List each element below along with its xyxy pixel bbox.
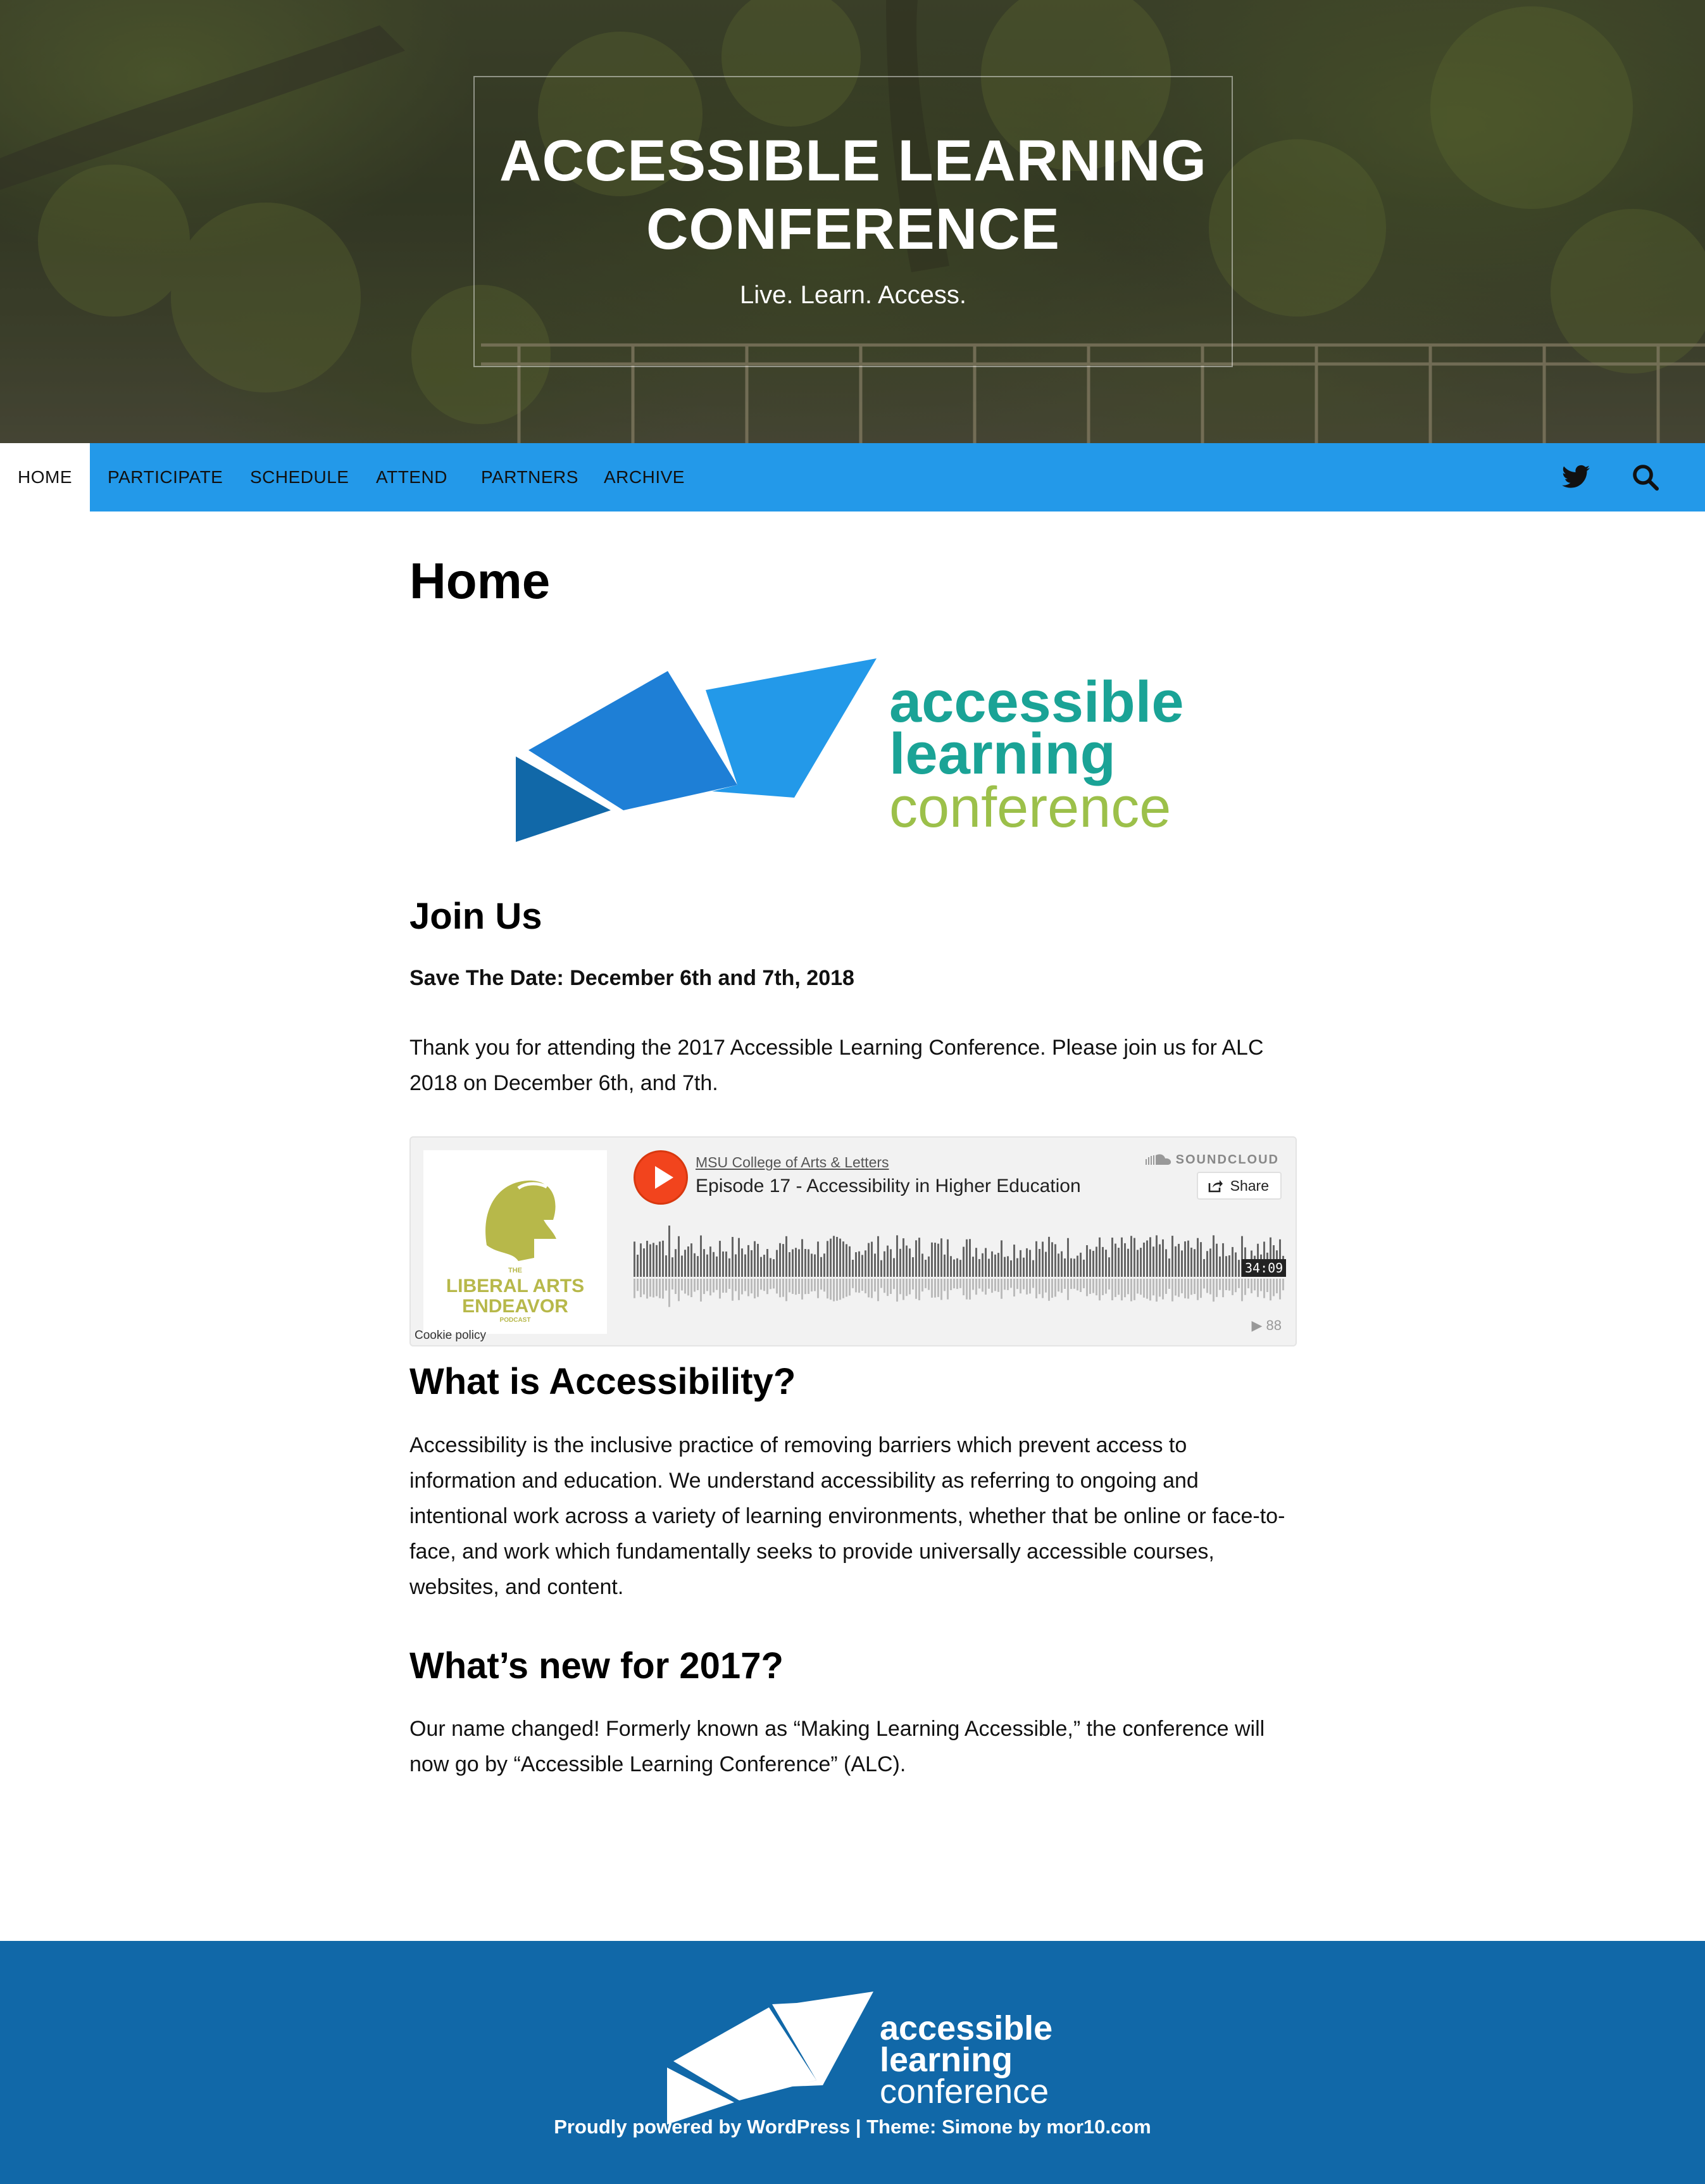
- site-title[interactable]: ACCESSIBLE LEARNING CONFERENCE: [473, 127, 1233, 263]
- soundcloud-player: THE LIBERAL ARTS ENDEAVOR PODCAST MSU Co…: [409, 1136, 1297, 1346]
- soundcloud-brand-text: SOUNDCLOUD: [1175, 1153, 1279, 1167]
- footer-logo-conference: conference: [880, 2073, 1049, 2111]
- soundcloud-user-link[interactable]: MSU College of Arts & Letters: [696, 1154, 889, 1171]
- search-icon[interactable]: [1630, 462, 1661, 493]
- play-button[interactable]: [634, 1150, 688, 1205]
- footer-credit[interactable]: Proudly powered by WordPress | Theme: Si…: [0, 2114, 1705, 2140]
- site-footer: accessible learning conference: [0, 1941, 1705, 2184]
- soundcloud-logo[interactable]: SOUNDCLOUD: [1145, 1153, 1279, 1167]
- site-tagline: Live. Learn. Access.: [740, 281, 966, 309]
- main-navigation: HOME PARTICIPATE SCHEDULE ATTEND PARTNER…: [0, 443, 1705, 511]
- cookie-policy-link[interactable]: Cookie policy: [415, 1329, 486, 1343]
- page-title: Home: [409, 553, 551, 609]
- save-the-date: Save The Date: December 6th and 7th, 201…: [409, 966, 854, 990]
- waveform[interactable]: [634, 1220, 1285, 1315]
- track-title[interactable]: Episode 17 - Accessibility in Higher Edu…: [696, 1176, 1081, 1197]
- share-icon: [1208, 1180, 1223, 1193]
- share-button[interactable]: Share: [1197, 1172, 1282, 1200]
- play-icon: [655, 1166, 673, 1189]
- nav-item-archive[interactable]: ARCHIVE: [604, 443, 685, 511]
- podcast-artwork[interactable]: THE LIBERAL ARTS ENDEAVOR PODCAST: [423, 1150, 607, 1334]
- nav-item-partners[interactable]: PARTNERS: [481, 443, 578, 511]
- nav-item-home[interactable]: HOME: [0, 443, 90, 511]
- track-duration: 34:09: [1242, 1259, 1287, 1277]
- site-header: ACCESSIBLE LEARNING CONFERENCE Live. Lea…: [0, 0, 1705, 443]
- accessibility-heading: What is Accessibility?: [409, 1361, 796, 1402]
- nav-item-schedule[interactable]: SCHEDULE: [250, 443, 349, 511]
- svg-text:THE: THE: [508, 1267, 522, 1274]
- conference-logo: accessible learning conference: [516, 658, 1184, 842]
- play-count-icon: ▶: [1251, 1317, 1266, 1333]
- join-us-heading: Join Us: [409, 896, 542, 937]
- share-label: Share: [1230, 1177, 1269, 1194]
- play-count: ▶ 88: [1251, 1317, 1282, 1334]
- play-count-value: 88: [1266, 1317, 1282, 1333]
- svg-text:ENDEAVOR: ENDEAVOR: [462, 1296, 568, 1317]
- join-us-text: Thank you for attending the 2017 Accessi…: [409, 1036, 1264, 1095]
- svg-text:PODCAST: PODCAST: [500, 1317, 531, 1324]
- nav-item-attend[interactable]: ATTEND: [376, 443, 447, 511]
- whats-new-text: Our name changed! Formerly known as “Mak…: [409, 1717, 1265, 1776]
- svg-text:LIBERAL ARTS: LIBERAL ARTS: [446, 1276, 584, 1296]
- twitter-icon[interactable]: [1561, 462, 1591, 493]
- accessibility-text: Accessibility is the inclusive practice …: [409, 1433, 1285, 1599]
- nav-item-participate[interactable]: PARTICIPATE: [108, 443, 223, 511]
- whats-new-heading: What’s new for 2017?: [409, 1645, 784, 1686]
- soundcloud-icon: [1145, 1154, 1171, 1165]
- logo-text-conference: conference: [889, 776, 1171, 839]
